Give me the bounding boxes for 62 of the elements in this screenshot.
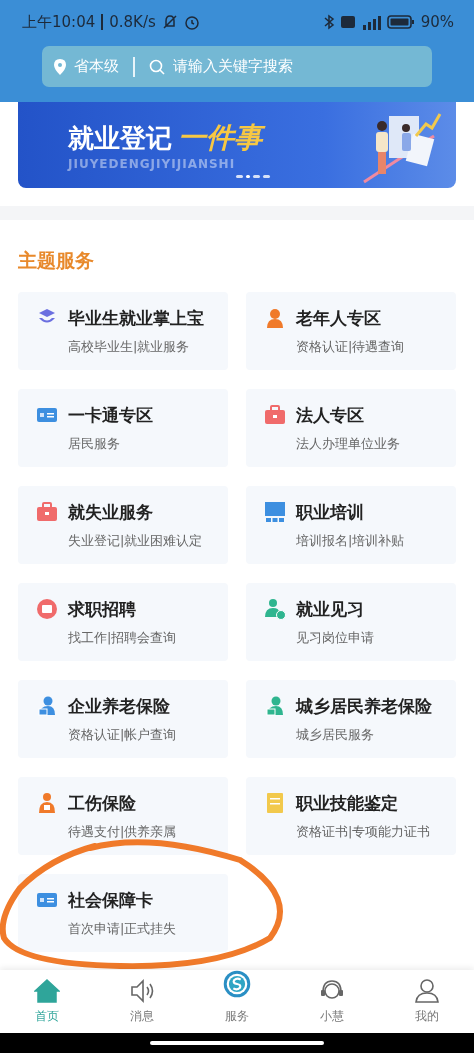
service-title: 城乡居民养老保险 bbox=[296, 694, 433, 718]
service-subtitle: 高校毕业生|就业服务 bbox=[68, 337, 191, 356]
divider-icon bbox=[101, 14, 104, 30]
service-subtitle: 失业登记|就业困难认定 bbox=[68, 531, 204, 550]
battery-icon bbox=[386, 15, 415, 29]
section-title: 主题服务 bbox=[17, 248, 95, 273]
service-card[interactable]: 法人专区 法人办理单位业务 bbox=[246, 389, 456, 467]
search-placeholder: 请输入关键字搜索 bbox=[173, 57, 293, 76]
service-subtitle: 居民服务 bbox=[68, 434, 121, 453]
service-title: 老年人专区 bbox=[296, 306, 382, 330]
service-card[interactable]: 毕业生就业掌上宝 高校毕业生|就业服务 bbox=[18, 292, 228, 370]
bluetooth-icon bbox=[322, 14, 335, 30]
banner-pinyin: JIUYEDENGJIYIJIANSHI bbox=[68, 157, 237, 171]
muted-bell-icon bbox=[161, 14, 178, 30]
nav-tab[interactable]: 消息 bbox=[94, 970, 190, 1033]
signal-icon bbox=[360, 14, 381, 30]
service-title: 法人专区 bbox=[296, 403, 365, 427]
service-card[interactable]: 职业培训 培训报名|培训补贴 bbox=[246, 486, 456, 564]
service-subtitle: 城乡居民服务 bbox=[296, 725, 375, 744]
service-title: 就失业服务 bbox=[68, 500, 154, 524]
service-card[interactable]: 社会保障卡 首次申请|正式挂失 bbox=[18, 874, 228, 952]
service-card[interactable]: 职业技能鉴定 资格证书|专项能力证书 bbox=[246, 777, 456, 855]
service-title: 一卡通专区 bbox=[68, 403, 154, 427]
network-speed: 0.8K/s bbox=[109, 13, 156, 31]
service-card[interactable]: 城乡居民养老保险 城乡居民服务 bbox=[246, 680, 456, 758]
service-subtitle: 法人办理单位业务 bbox=[296, 434, 401, 453]
service-subtitle: 培训报名|培训补贴 bbox=[296, 531, 406, 550]
service-card[interactable]: 一卡通专区 居民服务 bbox=[18, 389, 228, 467]
service-title: 就业见习 bbox=[296, 597, 365, 621]
banner-title: 就业登记 bbox=[68, 121, 172, 155]
service-title: 职业技能鉴定 bbox=[296, 791, 399, 815]
service-title: 毕业生就业掌上宝 bbox=[68, 306, 205, 330]
alarm-icon bbox=[183, 14, 200, 30]
nav-tab[interactable]: 我的 bbox=[379, 970, 474, 1033]
home-icon bbox=[34, 978, 61, 1004]
service-card[interactable]: 工伤保险 待遇支付|供养亲属 bbox=[18, 777, 228, 855]
search-icon bbox=[149, 58, 165, 75]
location-pin-icon bbox=[54, 58, 66, 75]
service-subtitle: 资格认证|待遇查询 bbox=[296, 337, 406, 356]
nav-tab[interactable]: 小慧 bbox=[284, 970, 380, 1033]
nav-tab[interactable]: 服务 bbox=[189, 970, 285, 1033]
service-card[interactable]: 就失业服务 失业登记|就业困难认定 bbox=[18, 486, 228, 564]
service-card[interactable]: 求职招聘 找工作|招聘会查询 bbox=[18, 583, 228, 661]
service-subtitle: 找工作|招聘会查询 bbox=[68, 628, 178, 647]
status-time: 上午10:04 bbox=[22, 12, 96, 32]
service-subtitle: 资格证书|专项能力证书 bbox=[296, 822, 432, 841]
promo-banner[interactable]: 就业登记 一件事 JIUYEDENGJIYIJIANSHI bbox=[18, 102, 456, 188]
battery-level: 90% bbox=[420, 13, 454, 31]
speaker-icon bbox=[129, 978, 156, 1004]
service-subtitle: 首次申请|正式挂失 bbox=[68, 919, 178, 938]
service-title: 求职招聘 bbox=[68, 597, 137, 621]
service-title: 职业培训 bbox=[296, 500, 365, 524]
service-title: 工伤保险 bbox=[68, 791, 137, 815]
user-icon bbox=[413, 978, 440, 1004]
service-card[interactable]: 老年人专区 资格认证|待遇查询 bbox=[246, 292, 456, 370]
service-card[interactable]: 企业养老保险 资格认证|帐户查询 bbox=[18, 680, 228, 758]
service-subtitle: 待遇支付|供养亲属 bbox=[68, 822, 178, 841]
service-title: 社会保障卡 bbox=[68, 888, 154, 912]
service-title: 企业养老保险 bbox=[68, 694, 171, 718]
service-card[interactable]: 就业见习 见习岗位申请 bbox=[246, 583, 456, 661]
service-subtitle: 见习岗位申请 bbox=[296, 628, 375, 647]
service-subtitle: 资格认证|帐户查询 bbox=[68, 725, 178, 744]
